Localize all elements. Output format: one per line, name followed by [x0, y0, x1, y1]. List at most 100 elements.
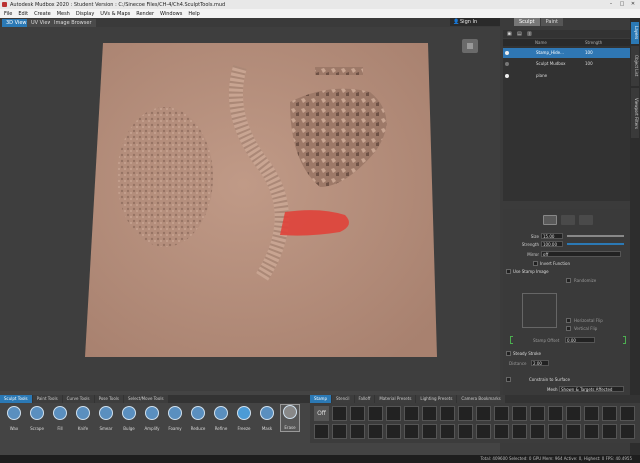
mask-tool-button[interactable]: Mask [257, 406, 277, 431]
layer-strength[interactable]: 100 [585, 59, 593, 69]
mesh-dropdown[interactable]: Shown & Targets Affected [559, 386, 624, 392]
wax-tool-button[interactable]: Wax [4, 406, 24, 431]
visibility-icon[interactable] [505, 62, 509, 66]
stamp-thumbnail[interactable] [476, 406, 491, 421]
stamp-thumbnail[interactable] [620, 424, 635, 439]
stamp-thumbnail[interactable] [602, 406, 617, 421]
stamp-thumbnail[interactable] [314, 424, 329, 439]
tab-falloff[interactable]: Falloff [354, 395, 375, 403]
tab-paint-tools[interactable]: Paint Tools [32, 395, 62, 403]
menu-render[interactable]: Render [136, 11, 154, 17]
bulge-tool-button[interactable]: Bulge [119, 406, 139, 431]
lock-icon[interactable]: ▤ [517, 31, 522, 37]
constrain-to-surface-checkbox[interactable] [506, 377, 511, 382]
tab-material-presets[interactable]: Material Presets [375, 395, 416, 403]
minimize-icon[interactable]: – [606, 1, 616, 8]
stamp-thumbnail[interactable] [368, 424, 383, 439]
layer-row[interactable]: Sculpt Mudbox 100 [503, 59, 630, 69]
menu-windows[interactable]: Windows [160, 11, 182, 17]
stamp-thumbnail[interactable] [422, 406, 437, 421]
stamp-thumbnail[interactable] [458, 424, 473, 439]
close-icon[interactable]: ✕ [628, 1, 638, 8]
3d-viewport[interactable] [0, 27, 500, 391]
stamp-thumbnail[interactable] [350, 406, 365, 421]
strength-slider[interactable] [567, 243, 624, 245]
viewcube-icon[interactable] [462, 39, 478, 53]
tab-camera-bookmarks[interactable]: Camera Bookmarks [457, 395, 505, 403]
stamp-thumbnail[interactable] [602, 424, 617, 439]
freeze-tool-button[interactable]: Freeze [234, 406, 254, 431]
stamp-thumbnail[interactable] [422, 424, 437, 439]
tab-select-move-tools[interactable]: Select/Move Tools [123, 395, 168, 403]
menu-uvs-maps[interactable]: UVs & Maps [100, 11, 130, 17]
refine-tool-button[interactable]: Refine [211, 406, 231, 431]
lasso-icon[interactable] [561, 215, 575, 225]
stamp-thumbnail[interactable] [404, 424, 419, 439]
stamp-thumbnail[interactable] [494, 406, 509, 421]
erase-tool-button[interactable]: Erase [280, 404, 300, 432]
stamp-thumbnail[interactable] [512, 424, 527, 439]
strength-field[interactable]: 100.00 [541, 241, 563, 247]
merge-icon[interactable]: ▥ [527, 31, 532, 37]
stamp-off-button[interactable]: Off [314, 406, 329, 421]
menu-help[interactable]: Help [188, 11, 199, 17]
smear-tool-button[interactable]: Smear [96, 406, 116, 431]
new-layer-icon[interactable]: ▣ [507, 31, 512, 37]
layer-strength[interactable]: 100 [585, 48, 593, 58]
knife-tool-button[interactable]: Knife [73, 406, 93, 431]
menu-edit[interactable]: Edit [18, 11, 28, 17]
tab-layers[interactable]: Layers [631, 22, 639, 44]
stamp-thumbnail[interactable] [530, 406, 545, 421]
distance-field[interactable]: 2.00 [531, 360, 549, 366]
stamp-thumbnail[interactable] [386, 424, 401, 439]
stamp-thumbnail[interactable] [548, 406, 563, 421]
stamp-thumbnail[interactable] [620, 406, 635, 421]
stamp-thumbnail[interactable] [476, 424, 491, 439]
stamp-thumbnail[interactable] [350, 424, 365, 439]
size-slider[interactable] [567, 235, 624, 237]
tab-pose-tools[interactable]: Pose Tools [94, 395, 123, 403]
stamp-thumbnail[interactable] [530, 424, 545, 439]
foamy-tool-button[interactable]: Foamy [165, 406, 185, 431]
stamp-thumbnail[interactable] [404, 406, 419, 421]
layer-row[interactable]: Stamp_Hide... 100 [503, 48, 630, 58]
stamp-thumbnail[interactable] [566, 406, 581, 421]
stamp-thumbnail[interactable] [440, 424, 455, 439]
stamp-thumbnail[interactable] [512, 406, 527, 421]
menu-create[interactable]: Create [34, 11, 51, 17]
randomize-checkbox[interactable] [566, 278, 571, 283]
stamp-thumbnail[interactable] [584, 406, 599, 421]
maximize-icon[interactable]: □ [617, 1, 627, 8]
steady-stroke-checkbox[interactable] [506, 351, 511, 356]
mirror-dropdown[interactable]: off [541, 251, 621, 257]
stamp-thumbnail[interactable] [584, 424, 599, 439]
tab-stamp[interactable]: Stamp [310, 395, 331, 403]
size-field[interactable]: 15.00 [541, 233, 563, 239]
menu-display[interactable]: Display [76, 11, 94, 17]
stamp-thumbnail[interactable] [566, 424, 581, 439]
sign-in-button[interactable]: 👤 Sign In [450, 18, 500, 26]
reduce-tool-button[interactable]: Reduce [188, 406, 208, 431]
invert-function-checkbox[interactable] [533, 261, 538, 266]
horizontal-flip-checkbox[interactable] [566, 318, 571, 323]
stamp-offset-field[interactable]: 0.00 [565, 337, 595, 343]
stamp-thumbnail[interactable] [494, 424, 509, 439]
layer-row[interactable]: plane [503, 71, 630, 81]
stamp-thumbnail[interactable] [386, 406, 401, 421]
tab-paint[interactable]: Paint [540, 18, 563, 26]
use-stamp-image-checkbox[interactable] [506, 269, 511, 274]
stamp-thumbnail[interactable] [368, 406, 383, 421]
stamp-thumbnail[interactable] [332, 406, 347, 421]
rectangle-select-icon[interactable] [579, 215, 593, 225]
tab-image-browser[interactable]: Image Browser [50, 19, 96, 27]
tab-curve-tools[interactable]: Curve Tools [62, 395, 94, 403]
tab-object-list[interactable]: Object List [631, 46, 639, 86]
tab-sculpt-tools[interactable]: Sculpt Tools [0, 395, 32, 403]
stamp-image-preview[interactable] [522, 293, 557, 328]
visibility-icon[interactable] [505, 74, 509, 78]
stamp-thumbnail[interactable] [458, 406, 473, 421]
menu-mesh[interactable]: Mesh [57, 11, 70, 17]
stamp-thumbnail[interactable] [548, 424, 563, 439]
stamp-thumbnail[interactable] [332, 424, 347, 439]
vertical-flip-checkbox[interactable] [566, 326, 571, 331]
